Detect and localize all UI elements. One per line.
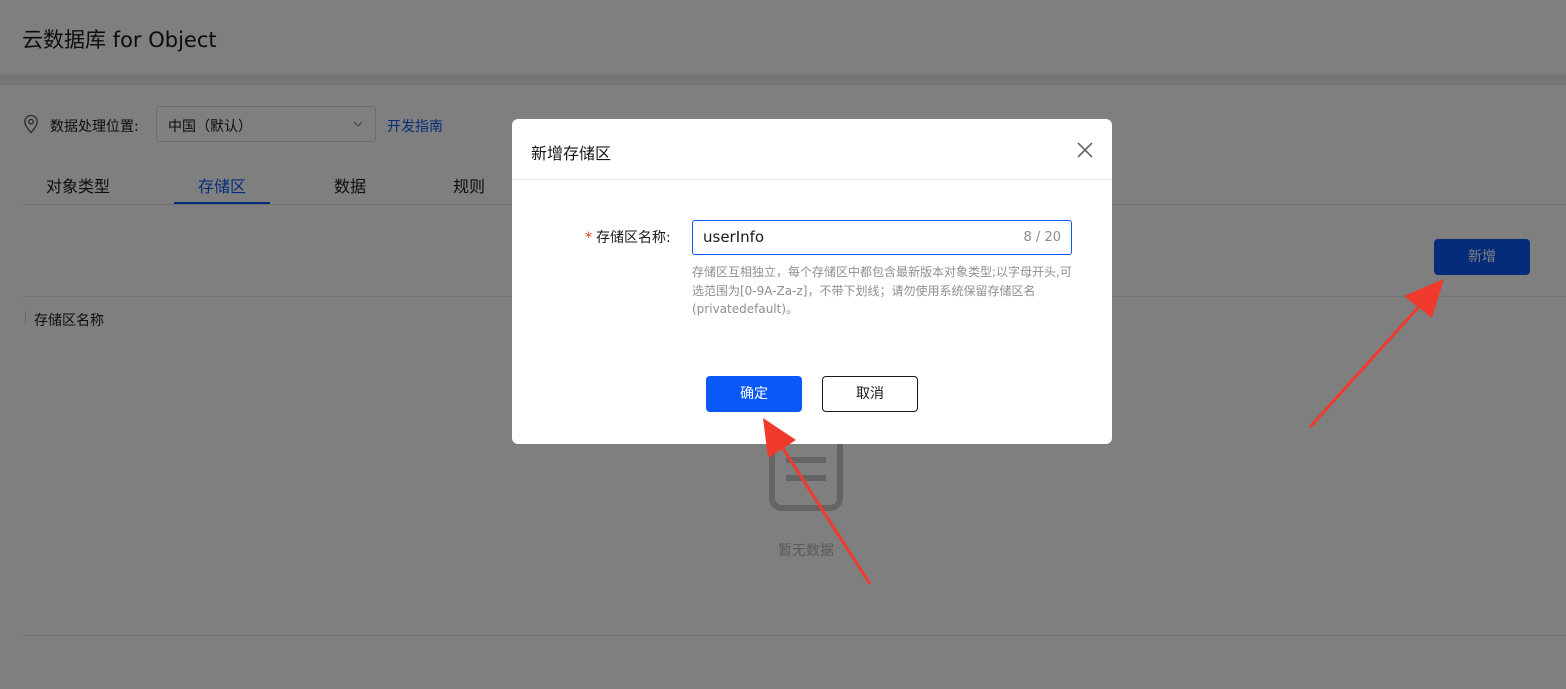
storage-name-input[interactable]: userInfo 8 / 20 [692,220,1072,255]
storage-name-label: * 存储区名称: [585,227,671,247]
required-mark: * [585,230,592,246]
close-icon[interactable] [1075,140,1095,160]
character-counter: 8 / 20 [1023,230,1061,245]
dialog-title: 新增存储区 [531,144,612,163]
confirm-button[interactable]: 确定 [706,376,802,412]
dialog-header: 新增存储区 [512,119,1112,180]
storage-name-input-value: userInfo [703,228,765,246]
storage-name-label-text: 存储区名称: [596,230,671,246]
add-storage-zone-dialog: 新增存储区 * 存储区名称: userInfo 8 / 20 存储区互相独立，每个… [512,119,1112,444]
cancel-button[interactable]: 取消 [822,376,918,412]
storage-name-hint: 存储区互相独立，每个存储区中都包含最新版本对象类型;以字母开头,可选范围为[0-… [692,265,1072,316]
